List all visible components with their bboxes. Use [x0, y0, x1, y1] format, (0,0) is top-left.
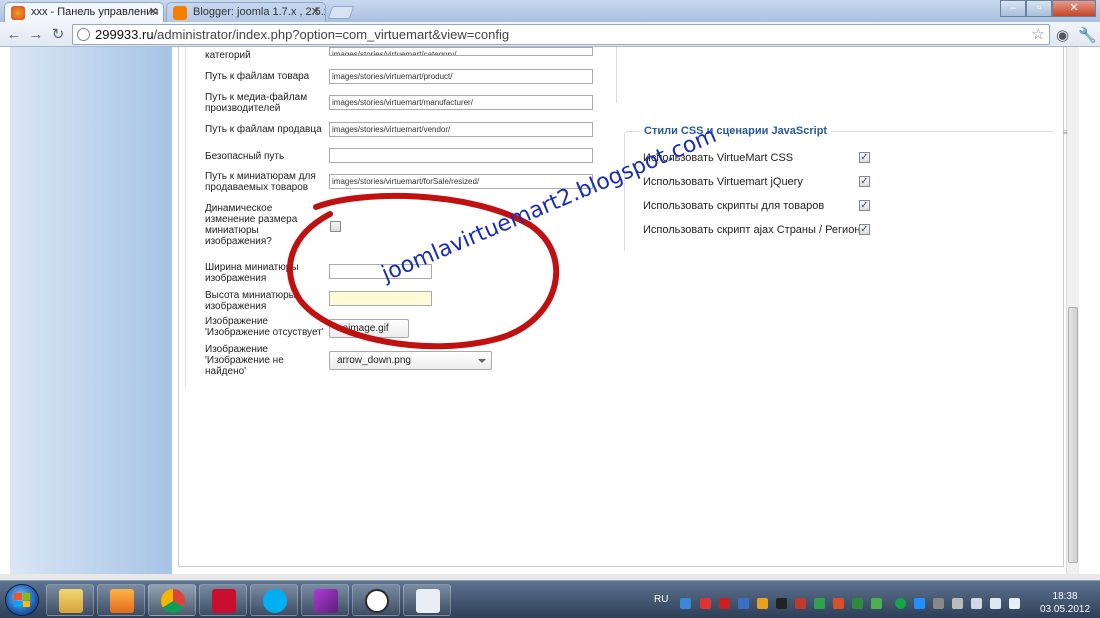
tab-admin-panel[interactable]: xxx - Панель управления ✕: [4, 2, 164, 22]
tray-app-icon[interactable]: [776, 598, 787, 609]
tray-antivirus-icon[interactable]: [719, 598, 730, 609]
tray-app-icon[interactable]: [852, 598, 863, 609]
tab-blogger[interactable]: Blogger: joomla 1.7.x , 2.5.x ✕: [166, 2, 326, 22]
maximize-icon[interactable]: ▫: [1026, 0, 1052, 17]
vendor-path-input[interactable]: images/stories/virtuemart/vendor/: [329, 122, 593, 137]
use-product-scripts-checkbox[interactable]: ✓: [859, 200, 870, 211]
chevron-down-icon: [478, 359, 486, 363]
forsale-thumbs-path-input[interactable]: images/stories/virtuemart/forSale/resize…: [329, 174, 593, 189]
close-icon[interactable]: ✕: [149, 5, 158, 18]
dynamic-resize-checkbox[interactable]: [330, 221, 341, 232]
tray-app-icon[interactable]: [933, 598, 944, 609]
tray-app-icon[interactable]: [895, 598, 906, 609]
secure-path-input[interactable]: [329, 148, 593, 163]
label-vendor-path: Путь к файлам продавца: [205, 124, 322, 135]
new-tab-button[interactable]: [327, 6, 355, 19]
thumb-height-input[interactable]: [329, 291, 432, 306]
tray-flag-icon[interactable]: [700, 598, 711, 609]
label-use-product-scripts: Использовать скрипты для товаров: [643, 200, 825, 212]
window-close-icon[interactable]: ✕: [1052, 0, 1096, 17]
select-value: noimage.gif: [337, 323, 389, 334]
tray-app-icon[interactable]: [757, 598, 768, 609]
label-not-found-image: Изображение 'Изображение не найдено': [205, 344, 284, 377]
select-value: arrow_down.png: [337, 355, 411, 366]
label-dynamic-resize: Динамическое изменение размера миниатюры…: [205, 203, 298, 247]
label-thumb-width: Ширина миниатюры изображения: [205, 262, 299, 284]
label-use-jquery: Использовать Virtuemart jQuery: [643, 176, 803, 188]
globe-icon: [77, 28, 90, 41]
explorer-icon[interactable]: [46, 584, 94, 616]
tray-network-icon[interactable]: [990, 598, 1001, 609]
joomla-favicon-icon: [11, 6, 25, 20]
address-bar[interactable]: 299933.ru/administrator/index.php?option…: [72, 24, 1050, 45]
label-manufacturer-path: Путь к медиа-файлам производителей: [205, 92, 308, 114]
chrome-logo-icon[interactable]: ◉: [1056, 26, 1069, 44]
tray-app-icon[interactable]: [833, 598, 844, 609]
close-icon[interactable]: ✕: [311, 5, 320, 18]
tray-app-icon[interactable]: [914, 598, 925, 609]
window-controls: – ▫ ✕: [1000, 0, 1096, 18]
star-icon[interactable]: ☆: [1032, 25, 1045, 43]
tray-app-icon[interactable]: [871, 598, 882, 609]
clock-time: 18:38: [1052, 591, 1078, 602]
label-no-image: Изображение 'Изображение отсуствует': [205, 316, 324, 338]
browser-toolbar: ← → ↻ 299933.ru/administrator/index.php?…: [0, 22, 1100, 47]
tray-network-icon[interactable]: [680, 598, 691, 609]
use-vm-css-checkbox[interactable]: ✓: [859, 152, 870, 163]
use-jquery-checkbox[interactable]: ✓: [859, 176, 870, 187]
clock-date: 03.05.2012: [1040, 604, 1091, 615]
feather-icon[interactable]: [301, 584, 349, 616]
tray-app-icon[interactable]: [814, 598, 825, 609]
blogger-favicon-icon: [173, 6, 187, 20]
scrollbar-thumb[interactable]: [1068, 307, 1078, 563]
skype-icon[interactable]: [250, 584, 298, 616]
tab-title: Blogger: joomla 1.7.x , 2.5.x: [193, 6, 326, 18]
label-forsale-thumbs-path: Путь к миниатюрам для продаваемых товаро…: [205, 171, 316, 193]
info-icon[interactable]: [352, 584, 400, 616]
tray-app-icon[interactable]: [738, 598, 749, 609]
acrobat-icon[interactable]: [199, 584, 247, 616]
category-path-input[interactable]: images/stories/virtuemart/category/: [329, 47, 593, 56]
back-arrow-icon[interactable]: ←: [4, 25, 24, 45]
document-icon[interactable]: [403, 584, 451, 616]
tray-app-icon[interactable]: [795, 598, 806, 609]
tray-power-icon[interactable]: [971, 598, 982, 609]
browser-titlebar: xxx - Панель управления ✕ Blogger: jooml…: [0, 0, 1100, 22]
wrench-icon[interactable]: 🔧: [1078, 26, 1097, 44]
manufacturer-path-input[interactable]: images/stories/virtuemart/manufacturer/: [329, 95, 593, 110]
tray-volume-icon[interactable]: [1009, 598, 1020, 609]
start-button[interactable]: [5, 584, 39, 616]
windows-logo-icon: [14, 593, 30, 607]
taskbar-clock[interactable]: 18:38 03.05.2012: [1040, 590, 1090, 616]
label-product-path: Путь к файлам товара: [205, 71, 310, 82]
admin-sidebar-gradient: [10, 47, 172, 580]
language-indicator[interactable]: RU: [654, 594, 668, 605]
splitter-grip[interactable]: ≡: [1063, 129, 1068, 137]
column-divider: [616, 47, 617, 103]
media-player-icon[interactable]: [97, 584, 145, 616]
no-image-select[interactable]: noimage.gif: [329, 319, 409, 338]
chrome-icon[interactable]: [148, 584, 196, 616]
forward-arrow-icon[interactable]: →: [26, 25, 46, 45]
address-url[interactable]: 299933.ru/administrator/index.php?option…: [95, 27, 509, 42]
label-category-path: категорий: [205, 50, 251, 61]
minimize-icon[interactable]: –: [1000, 0, 1026, 17]
product-path-input[interactable]: images/stories/virtuemart/product/: [329, 69, 593, 84]
label-secure-path: Безопасный путь: [205, 151, 285, 162]
tab-title: xxx - Панель управления: [31, 6, 159, 18]
not-found-image-select[interactable]: arrow_down.png: [329, 351, 492, 370]
tray-app-icon[interactable]: [952, 598, 963, 609]
label-use-ajax-regions: Использовать скрипт ajax Страны / Регион…: [643, 224, 869, 236]
fieldset-legend: Стили CSS и сценарии JavaScript: [640, 125, 832, 137]
label-thumb-height: Высота миниатюры изображения: [205, 290, 296, 312]
use-ajax-regions-checkbox[interactable]: ✓: [859, 224, 870, 235]
reload-icon[interactable]: ↻: [48, 25, 68, 45]
